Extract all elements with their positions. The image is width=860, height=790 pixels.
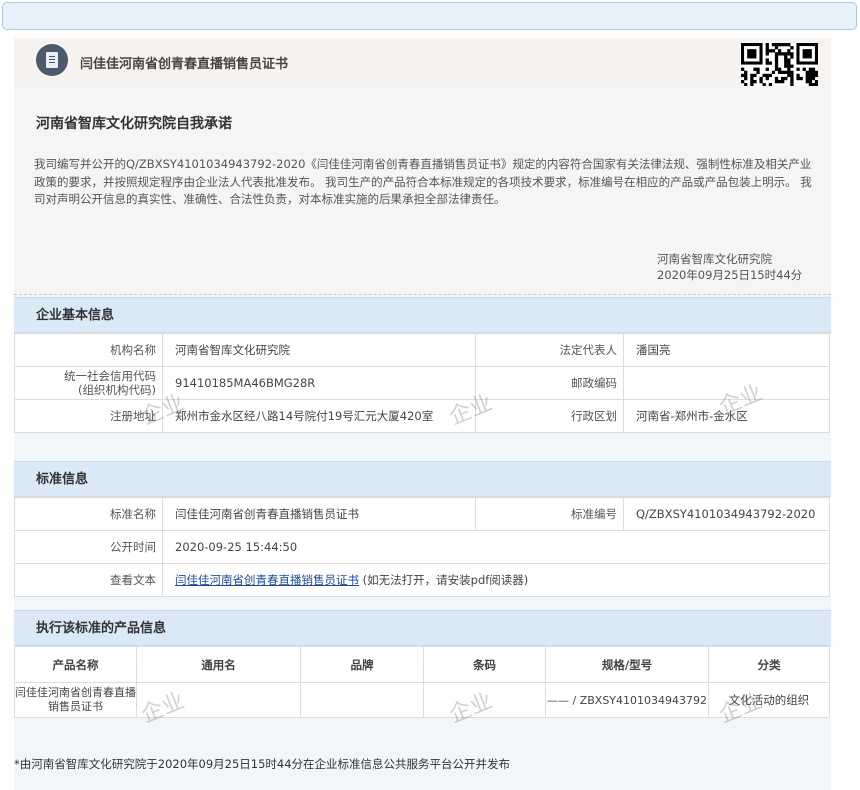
promise-text: 我司编写并公开的Q/ZBXSY4101034943792-2020《闫佳佳河南省… bbox=[34, 157, 812, 206]
table-row: 标准名称 闫佳佳河南省创青春直播销售员证书 标准编号 Q/ZBXSY410103… bbox=[14, 497, 830, 531]
region-value: 河南省-郑州市-金水区 bbox=[623, 399, 830, 433]
column-header: 规格/型号 bbox=[545, 646, 709, 683]
document-icon bbox=[36, 44, 68, 76]
column-header: 通用名 bbox=[136, 646, 301, 683]
top-bar bbox=[2, 2, 857, 30]
table-row: 注册地址 郑州市金水区经八路14号院付19号汇元大厦420室 行政区划 河南省-… bbox=[14, 399, 830, 433]
table-row: 公开时间 2020-09-25 15:44:50 bbox=[14, 530, 830, 564]
product-info-section: 执行该标准的产品信息 产品名称 通用名 品牌 条码 规格/型号 分类 闫佳佳河南… bbox=[14, 610, 831, 718]
view-text-label: 查看文本 bbox=[14, 563, 163, 597]
legal-rep-label: 法定代表人 bbox=[475, 333, 624, 367]
org-name-value: 河南省智库文化研究院 bbox=[162, 333, 476, 367]
generic-name-cell bbox=[136, 682, 301, 718]
section-heading: 执行该标准的产品信息 bbox=[14, 610, 831, 646]
column-header: 产品名称 bbox=[14, 646, 137, 683]
standard-info-section: 标准信息 标准名称 闫佳佳河南省创青春直播销售员证书 标准编号 Q/ZBXSY4… bbox=[14, 461, 831, 597]
promise-title: 河南省智库文化研究院自我承诺 bbox=[36, 116, 232, 132]
standard-text-link[interactable]: 闫佳佳河南省创青春直播销售员证书 bbox=[175, 573, 359, 587]
standard-info-table: 标准名称 闫佳佳河南省创青春直播销售员证书 标准编号 Q/ZBXSY410103… bbox=[14, 497, 830, 597]
postal-code-label: 邮政编码 bbox=[475, 366, 624, 400]
publish-note: *由河南省智库文化研究院于2020年09月25日15时44分在企业标准信息公共服… bbox=[14, 757, 511, 771]
signature-time: 2020年09月25日15时44分 bbox=[657, 268, 803, 282]
promise-signature: 河南省智库文化研究院 2020年09月25日15时44分 bbox=[657, 251, 802, 283]
table-row: 统一社会信用代码 (组织机构代码) 91410185MA46BMG28R 邮政编… bbox=[14, 366, 830, 400]
column-header: 条码 bbox=[423, 646, 546, 683]
barcode-cell bbox=[423, 682, 546, 718]
brand-cell bbox=[300, 682, 424, 718]
divider bbox=[14, 294, 831, 295]
postal-code-value bbox=[623, 366, 830, 400]
table-row: 机构名称 河南省智库文化研究院 法定代表人 潘国亮 bbox=[14, 333, 830, 367]
standard-code-value: Q/ZBXSY4101034943792-2020 bbox=[623, 497, 830, 531]
org-name-label: 机构名称 bbox=[14, 333, 163, 367]
certificate-header: 闫佳佳河南省创青春直播销售员证书 bbox=[14, 38, 831, 86]
credit-code-label-line2: (组织机构代码) bbox=[78, 383, 156, 397]
legal-rep-value: 潘国亮 bbox=[623, 333, 830, 367]
product-table: 产品名称 通用名 品牌 条码 规格/型号 分类 闫佳佳河南省创青春直播销售员证书… bbox=[14, 646, 830, 718]
address-value: 郑州市金水区经八路14号院付19号汇元大厦420室 bbox=[162, 399, 476, 433]
section-heading: 企业基本信息 bbox=[14, 297, 831, 333]
column-header: 品牌 bbox=[300, 646, 424, 683]
company-info-table: 机构名称 河南省智库文化研究院 法定代表人 潘国亮 统一社会信用代码 (组织机构… bbox=[14, 333, 830, 433]
company-info-section: 企业基本信息 机构名称 河南省智库文化研究院 法定代表人 潘国亮 统一社会信用代… bbox=[14, 297, 831, 433]
signature-org: 河南省智库文化研究院 bbox=[657, 252, 772, 266]
self-promise-panel: 河南省智库文化研究院自我承诺 我司编写并公开的Q/ZBXSY4101034943… bbox=[14, 86, 831, 294]
standard-code-label: 标准编号 bbox=[475, 497, 624, 531]
standard-name-value: 闫佳佳河南省创青春直播销售员证书 bbox=[162, 497, 476, 531]
section-heading: 标准信息 bbox=[14, 461, 831, 497]
table-row: 闫佳佳河南省创青春直播销售员证书 —— / ZBXSY4101034943792… bbox=[14, 682, 830, 718]
table-header-row: 产品名称 通用名 品牌 条码 规格/型号 分类 bbox=[14, 646, 830, 683]
table-row: 查看文本 闫佳佳河南省创青春直播销售员证书 (如无法打开，请安装pdf阅读器) bbox=[14, 563, 830, 597]
address-label: 注册地址 bbox=[14, 399, 163, 433]
credit-code-label: 统一社会信用代码 (组织机构代码) bbox=[14, 366, 163, 400]
credit-code-label-line1: 统一社会信用代码 bbox=[64, 369, 156, 383]
column-header: 分类 bbox=[708, 646, 830, 683]
view-text-cell: 闫佳佳河南省创青春直播销售员证书 (如无法打开，请安装pdf阅读器) bbox=[162, 563, 830, 597]
publish-time-label: 公开时间 bbox=[14, 530, 163, 564]
page-title: 闫佳佳河南省创青春直播销售员证书 bbox=[80, 57, 289, 72]
pdf-hint: (如无法打开，请安装pdf阅读器) bbox=[359, 573, 529, 587]
standard-name-label: 标准名称 bbox=[14, 497, 163, 531]
region-label: 行政区划 bbox=[475, 399, 624, 433]
category-cell: 文化活动的组织 bbox=[708, 682, 830, 718]
spec-model-cell: —— / ZBXSY4101034943792 bbox=[545, 682, 709, 718]
publish-time-value: 2020-09-25 15:44:50 bbox=[162, 530, 830, 564]
product-name-cell: 闫佳佳河南省创青春直播销售员证书 bbox=[14, 682, 137, 718]
credit-code-value: 91410185MA46BMG28R bbox=[162, 366, 476, 400]
